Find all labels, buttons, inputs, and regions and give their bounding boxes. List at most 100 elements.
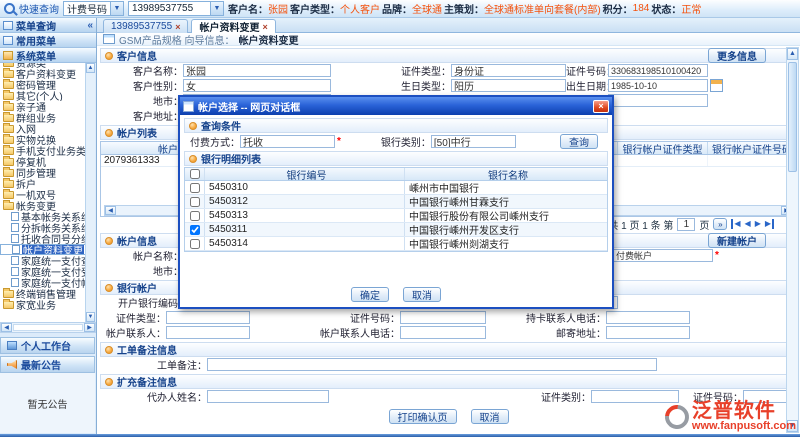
tree-item[interactable]: 拆户 [0,178,86,189]
page-icon [11,234,19,243]
first-page-icon[interactable]: ◀ [731,219,740,229]
tree-item[interactable]: 家庭统一支付查询 [0,255,86,266]
chevron-down-icon[interactable]: ▼ [110,2,123,15]
cert-type-input[interactable] [451,64,566,77]
new-account-button[interactable]: 新建帐户 [708,233,766,248]
bank-row-checkbox[interactable] [190,225,200,235]
page-input[interactable] [677,218,695,231]
chevron-down-icon[interactable]: ▼ [210,2,223,15]
bank-row-checkbox[interactable] [190,183,200,193]
dialog-close-icon[interactable]: × [593,100,609,113]
pay-method-input[interactable] [240,135,335,148]
tree-item[interactable]: 分拆帐务关系维护 [0,222,86,233]
more-info-button[interactable]: 更多信息 [708,48,766,63]
tree-item[interactable]: 手机支付业务类 [0,145,86,156]
tree-item[interactable]: 密码管理 [0,79,86,90]
cancel-button[interactable]: 取消 [471,409,509,424]
agent-name-input[interactable] [207,390,329,403]
bank-row[interactable]: 5450311 中国银行嵊州开发区支行 [185,223,607,237]
tree-item[interactable]: 其它(个人) [0,90,86,101]
postcode-input[interactable] [608,94,708,107]
last-page-icon[interactable]: ▶ [765,219,774,229]
scroll-up-icon[interactable]: ▲ [86,63,95,73]
bank-table: 银行编号 银行名称 5450310 嵊州市中国银行 5450312 中国银行嵊州… [184,167,608,252]
close-icon[interactable]: × [175,22,180,32]
prev-page-icon[interactable]: ◀ [745,219,751,229]
scroll-down-icon[interactable]: ▼ [86,312,95,322]
hscroll-track[interactable] [13,324,83,331]
bank-row[interactable]: 5450313 中国银行股份有限公司嵊州支行 [185,209,607,223]
print-confirm-button[interactable]: 打印确认页 [389,409,457,424]
tree-item[interactable]: 家宽业务 [0,299,86,310]
mail-address-input[interactable] [606,326,690,339]
tree-item[interactable]: 一机双号 [0,189,86,200]
city-label: 地市： [100,93,183,108]
goto-page-button[interactable]: » [713,218,727,230]
bank-row[interactable]: 5450314 中国银行嵊州剡湖支行 [185,237,607,251]
tree-item[interactable]: 停复机 [0,156,86,167]
tree-item[interactable]: 托收合同号分组维护 [0,233,86,244]
workbench-button[interactable]: 个人工作台 [0,337,95,354]
close-icon[interactable]: × [262,22,267,32]
account-type-input[interactable] [613,249,713,262]
ok-button[interactable]: 确定 [351,287,389,302]
account-contact-tel-input[interactable] [400,326,486,339]
scroll-left-icon[interactable]: ◀ [1,323,12,332]
tree-item[interactable]: 客户资料变更 [0,68,86,79]
common-menu-header[interactable]: 常用菜单 [0,33,96,48]
work-order-note-input[interactable] [207,358,657,371]
menu-search-header[interactable]: 菜单查询 « [0,18,96,33]
bank-row[interactable]: 5450310 嵊州市中国银行 [185,181,607,195]
calendar-icon[interactable] [710,79,723,92]
scroll-right-icon[interactable]: ▶ [84,323,95,332]
bank-name-cell: 中国银行股份有限公司嵊州支行 [405,209,607,222]
collapse-icon[interactable]: « [87,20,93,31]
tree-scrollbar[interactable]: ▲ ▼ [85,63,95,322]
account-contact-tel-label: 帐户联系人电话： [250,325,400,340]
dialog-cancel-button[interactable]: 取消 [403,287,441,302]
search-button[interactable]: 查询 [560,134,598,149]
tree-hscrollbar[interactable]: ◀ ▶ [0,322,96,333]
scrollbar-thumb[interactable] [788,62,797,172]
bank-row-checkbox[interactable] [190,211,200,221]
bank-cert-type-input[interactable] [166,311,250,324]
account-contact-input[interactable] [166,326,250,339]
scroll-left-icon[interactable]: ◀ [105,206,116,215]
msisdn-select[interactable]: 13989537755 ▼ [128,1,224,16]
latest-notice-button[interactable]: 最新公告 [0,356,95,373]
number-type-select[interactable]: 计费号码 ▼ [63,1,124,16]
bank-row-checkbox[interactable] [190,239,200,249]
tree-item[interactable]: 入网 [0,123,86,134]
tree-item[interactable]: 群组业务 [0,112,86,123]
bank-row[interactable]: 5450312 中国银行嵊州甘霖支行 [185,195,607,209]
tree-item[interactable]: 亲子通 [0,101,86,112]
next-page-icon[interactable]: ▶ [755,219,761,229]
tree-item[interactable]: 帐务变更 [0,200,86,211]
scroll-up-icon[interactable]: ▲ [787,48,798,60]
customer-name-input[interactable] [183,64,331,77]
system-menu-header[interactable]: 系统菜单 [0,48,96,63]
gender-input[interactable] [183,79,331,92]
bank-cert-no-input[interactable] [400,311,486,324]
bank-type-input[interactable] [431,135,516,148]
main-scrollbar[interactable]: ▲ ▼ [786,47,799,433]
birth-date-input[interactable] [608,79,708,92]
bank-name-cell: 中国银行嵊州剡湖支行 [405,237,607,250]
cert-no-input[interactable] [608,64,708,77]
tree-item[interactable]: 家庭统一支付帐务关系 [0,277,86,288]
tree-item[interactable]: 实物兑换 [0,134,86,145]
tree-item[interactable]: 基本帐务关系维护 [0,211,86,222]
bank-name-cell: 中国银行嵊州开发区支行 [405,223,607,236]
birthday-type-input[interactable] [451,79,566,92]
tree-item[interactable]: 同步管理 [0,167,86,178]
dialog-title-bar[interactable]: 帐户选择 -- 网页对话框 × [180,97,612,115]
tree-item[interactable]: 帐户资料变更 [0,244,86,255]
tree-item-label: 家庭统一支付查询 [21,255,86,266]
tree-item[interactable]: 家庭统一支付受理 [0,266,86,277]
quick-search-link[interactable]: 快速查询 [19,1,59,16]
select-all-checkbox[interactable] [190,169,200,179]
card-contact-tel-input[interactable] [606,311,690,324]
tree-item[interactable]: 终端销售管理 [0,288,86,299]
bank-row-checkbox[interactable] [190,197,200,207]
summary-value: 个人客户 [340,1,380,16]
